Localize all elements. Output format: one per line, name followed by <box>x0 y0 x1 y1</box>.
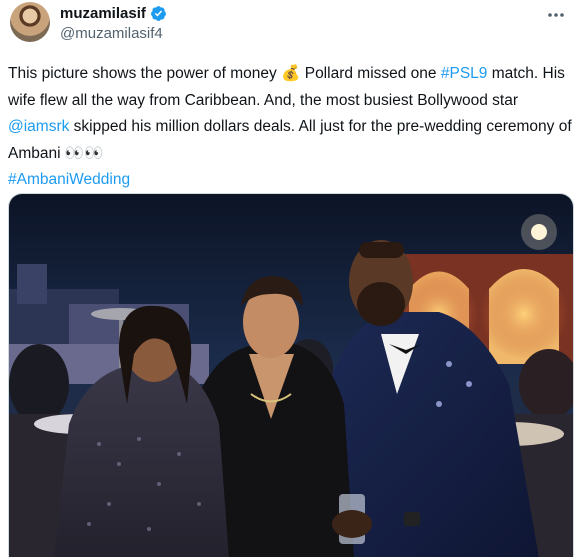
verified-badge-icon <box>150 5 167 22</box>
mention-iamsrk-link[interactable]: @iamsrk <box>8 118 69 135</box>
tweet-card: muzamilasif @muzamilasif4 This picture s… <box>0 0 581 557</box>
eyes-emoji: 👀👀 <box>64 144 104 162</box>
tweet-text-part: This picture shows the power of money <box>8 65 282 82</box>
hashtag-ambaniwedding-link[interactable]: #AmbaniWedding <box>8 171 130 188</box>
more-options-icon[interactable] <box>545 6 567 24</box>
tweet-photo[interactable] <box>8 193 574 557</box>
hashtag-psl9-link[interactable]: #PSL9 <box>441 65 488 82</box>
tweet-text: This picture shows the power of money 💰 … <box>8 61 574 194</box>
tweet-text-part: Pollard missed one <box>300 65 441 82</box>
avatar[interactable] <box>10 2 50 42</box>
display-name-row: muzamilasif <box>60 4 167 23</box>
author-names: muzamilasif @muzamilasif4 <box>60 4 167 44</box>
handle[interactable]: @muzamilasif4 <box>60 24 167 44</box>
tweet-header: muzamilasif @muzamilasif4 <box>8 2 573 48</box>
display-name[interactable]: muzamilasif <box>60 4 146 23</box>
money-bag-emoji: 💰 <box>281 65 301 82</box>
